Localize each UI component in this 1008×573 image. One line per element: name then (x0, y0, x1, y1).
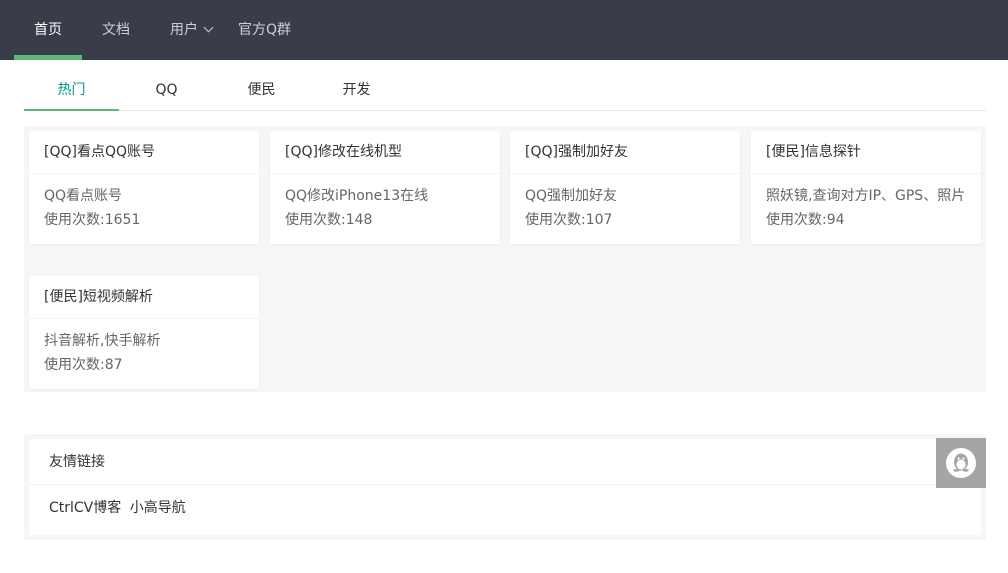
friend-links-card: 友情链接 CtrlCV博客 小高导航 (29, 439, 981, 535)
tool-card[interactable]: [QQ]看点QQ账号 QQ看点账号 使用次数:1651 (29, 131, 259, 244)
tool-card-description: 照妖镜,查询对方IP、GPS、照片 (766, 188, 966, 204)
tool-card-description: QQ修改iPhone13在线 (285, 188, 429, 204)
friend-links-panel: 友情链接 CtrlCV博客 小高导航 (24, 434, 986, 540)
tool-card[interactable]: [便民]信息探针 照妖镜,查询对方IP、GPS、照片 使用次数:94 (751, 131, 981, 244)
tool-card[interactable]: [便民]短视频解析 抖音解析,快手解析 使用次数:87 (29, 276, 259, 389)
tool-card-title: [便民]短视频解析 (29, 276, 259, 319)
friend-link-xiaogao-nav[interactable]: 小高导航 (130, 500, 186, 516)
tool-card-title: [QQ]修改在线机型 (270, 131, 500, 174)
tool-card-title: [QQ]看点QQ账号 (29, 131, 259, 174)
nav-item-home[interactable]: 首页 (34, 0, 62, 60)
chevron-down-icon (203, 22, 214, 33)
qq-contact-button[interactable] (936, 438, 986, 488)
qq-penguin-icon (946, 448, 976, 478)
tool-card-usage-count: 使用次数:107 (525, 212, 613, 228)
tab-qq[interactable]: QQ (119, 70, 214, 110)
nav-item-user[interactable]: 用户 (170, 0, 214, 60)
tool-card-body: QQ看点账号 使用次数:1651 (29, 174, 259, 244)
category-tabs: 热门 QQ 便民 开发 (24, 70, 986, 111)
tool-card-description: QQ强制加好友 (525, 188, 618, 204)
top-navigation: 首页 文档 用户 官方Q群 (0, 0, 1008, 60)
friend-links-list: CtrlCV博客 小高导航 (29, 485, 981, 533)
nav-item-user-label: 用户 (170, 22, 198, 38)
nav-active-indicator (14, 55, 82, 60)
tool-card-usage-count: 使用次数:87 (44, 357, 123, 373)
nav-item-official-qq-group[interactable]: 官方Q群 (238, 0, 291, 60)
tab-development[interactable]: 开发 (309, 70, 404, 110)
tool-card-usage-count: 使用次数:94 (766, 212, 845, 228)
tab-hot[interactable]: 热门 (24, 70, 119, 111)
tool-card[interactable]: [QQ]修改在线机型 QQ修改iPhone13在线 使用次数:148 (270, 131, 500, 244)
tool-card-usage-count: 使用次数:148 (285, 212, 373, 228)
tab-convenience[interactable]: 便民 (214, 70, 309, 110)
tool-card-title: [QQ]强制加好友 (510, 131, 740, 174)
tool-card-grid: [QQ]看点QQ账号 QQ看点账号 使用次数:1651 [QQ]修改在线机型 Q… (24, 126, 986, 392)
nav-item-docs[interactable]: 文档 (102, 0, 130, 60)
tool-card-body: QQ修改iPhone13在线 使用次数:148 (270, 174, 500, 244)
tool-card-body: QQ强制加好友 使用次数:107 (510, 174, 740, 244)
friend-links-title: 友情链接 (29, 439, 981, 485)
tool-card[interactable]: [QQ]强制加好友 QQ强制加好友 使用次数:107 (510, 131, 740, 244)
tool-card-usage-count: 使用次数:1651 (44, 212, 141, 228)
tool-card-description: 抖音解析,快手解析 (44, 333, 161, 349)
tool-card-title: [便民]信息探针 (751, 131, 981, 174)
tool-card-description: QQ看点账号 (44, 188, 123, 204)
tool-card-body: 照妖镜,查询对方IP、GPS、照片 使用次数:94 (751, 174, 981, 244)
tool-card-body: 抖音解析,快手解析 使用次数:87 (29, 319, 259, 389)
friend-link-ctrlcv-blog[interactable]: CtrlCV博客 (49, 500, 121, 516)
